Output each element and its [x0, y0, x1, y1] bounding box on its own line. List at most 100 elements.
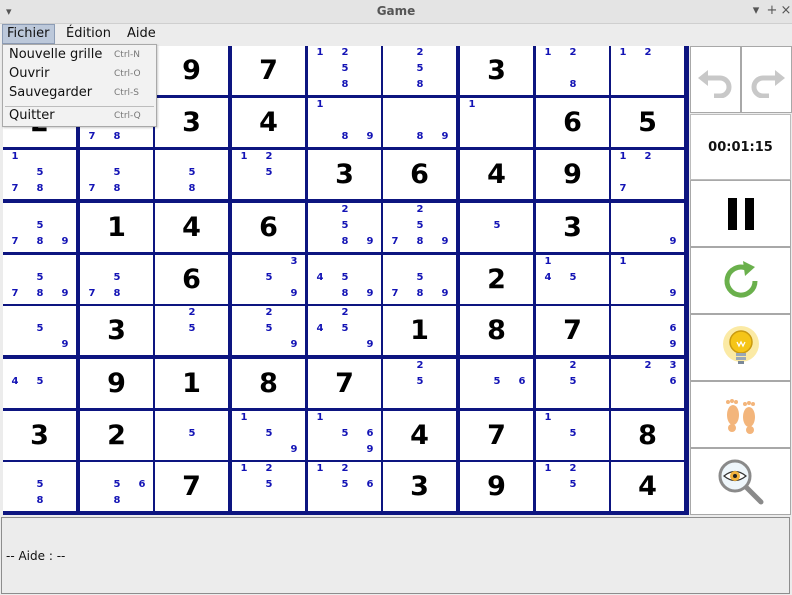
cell-value: 4 — [259, 107, 278, 138]
candidate-note: 5 — [188, 167, 196, 178]
sudoku-cell[interactable]: 5 — [460, 203, 533, 252]
undo-button[interactable] — [690, 46, 741, 113]
minimize-icon[interactable]: ▾ — [748, 3, 764, 18]
sudoku-cell[interactable]: 89 — [383, 98, 456, 147]
menu-item-new-grid[interactable]: Nouvelle grille Ctrl-N — [3, 46, 156, 65]
sudoku-cell[interactable]: 5 7 8 9 — [3, 255, 76, 304]
sudoku-cell[interactable]: 3 — [460, 46, 533, 95]
sudoku-cell[interactable]: 8 — [611, 411, 684, 460]
sudoku-cell[interactable]: 58 — [3, 462, 76, 511]
sudoku-cell[interactable]: 1 2 7 — [611, 150, 684, 199]
sudoku-cell[interactable]: 56 — [460, 359, 533, 408]
sudoku-cell[interactable]: 45 — [3, 359, 76, 408]
menu-edition[interactable]: Édition — [62, 24, 115, 44]
sudoku-cell[interactable]: 1 8 9 — [308, 98, 381, 147]
sudoku-cell[interactable]: 1578 — [3, 150, 76, 199]
sudoku-cell[interactable]: 4 — [383, 411, 456, 460]
sudoku-cell[interactable]: 1 — [155, 359, 228, 408]
pause-icon — [727, 197, 754, 230]
sudoku-cell[interactable]: 2 — [80, 411, 153, 460]
sudoku-cell[interactable]: 25 — [536, 359, 609, 408]
sudoku-cell[interactable]: 69 — [611, 306, 684, 355]
sudoku-cell[interactable]: 8 — [232, 359, 305, 408]
sudoku-cell[interactable]: 7 — [536, 306, 609, 355]
sudoku-cell[interactable]: 9 — [611, 203, 684, 252]
sudoku-cell[interactable]: 1 5 9 — [232, 411, 305, 460]
sudoku-cell[interactable]: 3 — [155, 98, 228, 147]
sudoku-cell[interactable]: 3 — [80, 306, 153, 355]
menu-aide[interactable]: Aide — [123, 24, 160, 44]
candidate-note: 1 — [240, 151, 248, 162]
sudoku-cell[interactable]: 2 4 5 9 — [308, 306, 381, 355]
sudoku-cell[interactable]: 7 — [155, 462, 228, 511]
menu-item-open[interactable]: Ouvrir Ctrl-O — [3, 65, 156, 84]
sudoku-cell[interactable]: 1 — [460, 98, 533, 147]
menu-item-save[interactable]: Sauvegarder Ctrl-S — [3, 84, 156, 103]
sudoku-cell[interactable]: 3 5 9 — [232, 255, 305, 304]
sudoku-cell[interactable]: 1 2 5 — [232, 150, 305, 199]
sudoku-cell[interactable]: 6 — [536, 98, 609, 147]
sudoku-cell[interactable]: 9 — [460, 462, 533, 511]
sudoku-cell[interactable]: 4 — [232, 98, 305, 147]
sudoku-cell[interactable]: 3 — [536, 203, 609, 252]
steps-button[interactable] — [690, 381, 791, 448]
sudoku-cell[interactable]: 5 7 8 9 — [383, 255, 456, 304]
redo-button[interactable] — [741, 46, 792, 113]
sudoku-cell[interactable]: 5 6 8 — [80, 462, 153, 511]
sudoku-cell[interactable]: 2 5 9 — [232, 306, 305, 355]
menu-fichier[interactable]: Fichier — [2, 24, 55, 44]
sudoku-cell[interactable]: 1 — [383, 306, 456, 355]
sudoku-cell[interactable]: 3 — [308, 150, 381, 199]
sudoku-cell[interactable]: 58 — [155, 150, 228, 199]
sudoku-cell[interactable]: 3 — [3, 411, 76, 460]
sudoku-cell[interactable]: 4 — [611, 462, 684, 511]
pause-button[interactable] — [690, 180, 791, 247]
sudoku-cell[interactable]: 5 — [155, 411, 228, 460]
sudoku-cell[interactable]: 4 5 8 9 — [308, 255, 381, 304]
sudoku-cell[interactable]: 2 3 6 — [611, 359, 684, 408]
candidate-note: 9 — [366, 444, 374, 455]
sudoku-cell[interactable]: 1 2 5 — [232, 462, 305, 511]
sudoku-cell[interactable]: 1 2 5 — [536, 462, 609, 511]
sudoku-cell[interactable]: 2 5 8 — [383, 46, 456, 95]
restart-button[interactable] — [690, 247, 791, 314]
sudoku-cell[interactable]: 5 7 8 9 — [3, 203, 76, 252]
view-button[interactable] — [690, 448, 791, 515]
sudoku-cell[interactable]: 7 — [460, 411, 533, 460]
sudoku-cell[interactable]: 2 — [460, 255, 533, 304]
sudoku-cell[interactable]: 1 2 5 6 — [308, 462, 381, 511]
close-icon[interactable]: × — [778, 3, 792, 18]
sudoku-cell[interactable]: 25 — [155, 306, 228, 355]
sudoku-cell[interactable]: 5 7 8 — [80, 255, 153, 304]
sudoku-cell[interactable]: 6 — [383, 150, 456, 199]
sudoku-cell[interactable]: 59 — [3, 306, 76, 355]
sudoku-cell[interactable]: 1 2 5 8 — [308, 46, 381, 95]
sudoku-cell[interactable]: 4 — [460, 150, 533, 199]
sudoku-cell[interactable]: 7 — [308, 359, 381, 408]
sudoku-cell[interactable]: 19 — [611, 255, 684, 304]
cell-value: 6 — [259, 212, 278, 243]
sudoku-cell[interactable]: 6 — [232, 203, 305, 252]
cell-value: 9 — [182, 55, 201, 86]
sudoku-cell[interactable]: 1 4 5 — [536, 255, 609, 304]
sudoku-cell[interactable]: 1 — [80, 203, 153, 252]
sudoku-cell[interactable]: 9 — [80, 359, 153, 408]
sudoku-cell[interactable]: 8 — [460, 306, 533, 355]
sudoku-cell[interactable]: 15 — [536, 411, 609, 460]
sudoku-cell[interactable]: 3 — [383, 462, 456, 511]
sudoku-cell[interactable]: 25 — [383, 359, 456, 408]
sudoku-cell[interactable]: 6 — [155, 255, 228, 304]
sudoku-cell[interactable]: 7 — [232, 46, 305, 95]
sudoku-cell[interactable]: 9 — [155, 46, 228, 95]
sudoku-cell[interactable]: 1569 — [308, 411, 381, 460]
sudoku-cell[interactable]: 5 7 8 — [80, 150, 153, 199]
sudoku-cell[interactable]: 2 5 7 8 9 — [383, 203, 456, 252]
sudoku-cell[interactable]: 12 — [611, 46, 684, 95]
sudoku-cell[interactable]: 4 — [155, 203, 228, 252]
sudoku-cell[interactable]: 5 — [611, 98, 684, 147]
sudoku-cell[interactable]: 1 2 8 — [536, 46, 609, 95]
hint-button[interactable] — [690, 314, 791, 381]
sudoku-cell[interactable]: 2 5 8 9 — [308, 203, 381, 252]
menu-item-quit[interactable]: Quitter Ctrl-Q — [3, 107, 156, 126]
sudoku-cell[interactable]: 9 — [536, 150, 609, 199]
